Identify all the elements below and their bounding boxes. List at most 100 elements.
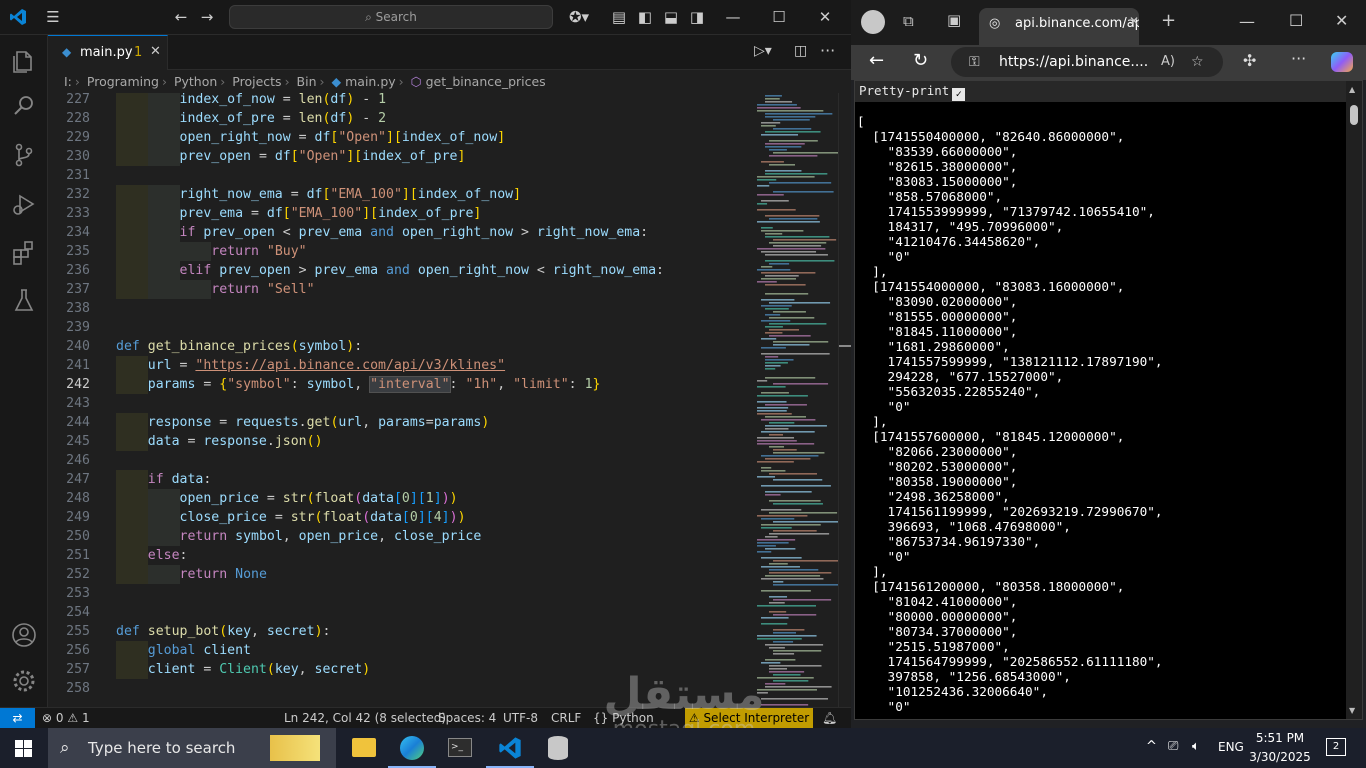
code-line[interactable]: 229 open_right_now = df["Open"][index_of… <box>48 128 738 147</box>
scroll-down-icon[interactable]: ▼ <box>1349 706 1355 715</box>
new-tab-icon[interactable]: + <box>1161 10 1176 31</box>
code-line[interactable]: 232 right_now_ema = df["EMA_100"][index_… <box>48 185 738 204</box>
code-line[interactable]: 234 if prev_open < prev_ema and open_rig… <box>48 223 738 242</box>
code-line[interactable]: 247 if data: <box>48 470 738 489</box>
menu-icon[interactable]: ☰ <box>42 6 64 28</box>
copilot-icon[interactable]: ✪▾ <box>564 6 594 28</box>
code-line[interactable]: 236 elif prev_open > prev_ema and open_r… <box>48 261 738 280</box>
address-bar[interactable]: ⚿ https://api.binance.... A) ☆ <box>951 47 1223 77</box>
code-line[interactable]: 256 global client <box>48 641 738 660</box>
code-line[interactable]: 242 params = {"symbol": symbol, "interva… <box>48 375 738 394</box>
code-line[interactable]: 249 close_price = str(float(data[0][4])) <box>48 508 738 527</box>
network-icon[interactable]: ⎚ <box>1168 739 1178 754</box>
profile-avatar-icon[interactable] <box>861 10 885 34</box>
forward-arrow-icon[interactable]: → <box>196 6 218 28</box>
layout-customize-icon[interactable]: ▤ <box>608 6 630 28</box>
code-line[interactable]: 252 return None <box>48 565 738 584</box>
code-editor[interactable]: 227 index_of_now = len(df) - 1 228 index_… <box>48 93 738 707</box>
explorer-icon[interactable] <box>10 47 38 75</box>
vscode-taskbar-icon[interactable] <box>486 728 534 768</box>
code-line[interactable]: 246 <box>48 451 738 470</box>
more-options-icon[interactable]: ··· <box>1291 49 1306 68</box>
code-line[interactable]: 239 <box>48 318 738 337</box>
problems-indicator[interactable]: ⊗ 0 ⚠ 1 <box>42 708 90 728</box>
show-hidden-icons-icon[interactable]: ^ <box>1146 739 1157 754</box>
accounts-icon[interactable] <box>10 621 38 649</box>
maximize-icon[interactable]: ☐ <box>768 6 790 28</box>
close-icon[interactable]: ✕ <box>814 6 836 28</box>
toggle-sidebar-icon[interactable]: ◧ <box>634 6 656 28</box>
code-line[interactable]: 255 def setup_bot(key, secret): <box>48 622 738 641</box>
code-line[interactable]: 238 <box>48 299 738 318</box>
vertical-tabs-icon[interactable]: ▣ <box>947 11 961 29</box>
tab-close-icon[interactable]: ✕ <box>150 44 161 59</box>
code-line[interactable]: 227 index_of_now = len(df) - 1 <box>48 93 738 109</box>
breadcrumb-item[interactable]: Projects <box>232 74 281 89</box>
read-aloud-icon[interactable]: A) <box>1161 47 1175 77</box>
maximize-icon[interactable]: ☐ <box>1289 11 1303 30</box>
breadcrumb-item[interactable]: Bin <box>297 74 317 89</box>
code-line[interactable]: 243 <box>48 394 738 413</box>
code-line[interactable]: 254 <box>48 603 738 622</box>
more-actions-icon[interactable]: ··· <box>820 41 835 60</box>
breadcrumb-item[interactable]: main.py <box>345 74 396 89</box>
edge-taskbar-icon[interactable] <box>388 728 436 768</box>
tab-binance-api[interactable]: ◎ api.binance.com/api <box>979 8 1139 45</box>
minimize-icon[interactable]: — <box>722 6 744 28</box>
clock[interactable]: 5:51 PM 3/30/2025 <box>1240 729 1320 767</box>
breadcrumb-item[interactable]: get_binance_prices <box>426 74 546 89</box>
cursor-position[interactable]: Ln 242, Col 42 (8 selected) <box>284 708 446 728</box>
close-icon[interactable]: ✕ <box>1335 11 1348 30</box>
run-python-icon[interactable]: ▷▾ <box>754 43 772 59</box>
code-line[interactable]: 244 response = requests.get(url, params=… <box>48 413 738 432</box>
notification-center-icon[interactable]: 2 <box>1326 738 1346 756</box>
breadcrumb-item[interactable]: Programing <box>87 74 159 89</box>
back-arrow-icon[interactable]: ← <box>869 50 884 71</box>
editor-scrollbar[interactable] <box>838 93 851 707</box>
encoding[interactable]: UTF-8 <box>503 708 538 728</box>
run-debug-icon[interactable] <box>10 190 38 218</box>
manage-gear-icon[interactable] <box>10 667 38 695</box>
pretty-print-checkbox[interactable]: ✓ <box>952 88 966 101</box>
code-line[interactable]: 235 return "Buy" <box>48 242 738 261</box>
code-line[interactable]: 230 prev_open = df["Open"][index_of_pre] <box>48 147 738 166</box>
workspaces-icon[interactable]: ⧉ <box>903 12 914 30</box>
copilot-icon[interactable] <box>1331 52 1353 72</box>
code-line[interactable]: 233 prev_ema = df["EMA_100"][index_of_pr… <box>48 204 738 223</box>
notifications-bell-icon[interactable]: 🔔︎ <box>822 708 837 728</box>
code-line[interactable]: 231 <box>48 166 738 185</box>
extensions-icon[interactable] <box>10 239 38 267</box>
breadcrumb-item[interactable]: Python <box>174 74 217 89</box>
code-line[interactable]: 240 def get_binance_prices(symbol): <box>48 337 738 356</box>
remote-indicator-icon[interactable]: ⇄ <box>0 708 35 728</box>
tab-close-icon[interactable]: ✕ <box>1129 14 1139 28</box>
code-line[interactable]: 250 return symbol, open_price, close_pri… <box>48 527 738 546</box>
refresh-icon[interactable]: ↻ <box>913 50 928 71</box>
code-line[interactable]: 251 else: <box>48 546 738 565</box>
code-line[interactable]: 248 open_price = str(float(data[0][1])) <box>48 489 738 508</box>
scroll-thumb[interactable] <box>1350 105 1358 125</box>
page-scrollbar[interactable]: ▲ ▼ <box>1346 81 1362 719</box>
search-icon[interactable] <box>10 92 38 120</box>
split-editor-icon[interactable]: ◫ <box>794 43 807 59</box>
command-center-search[interactable]: ⌕ Search <box>229 5 553 29</box>
toggle-secondary-sidebar-icon[interactable]: ◨ <box>686 6 708 28</box>
back-arrow-icon[interactable]: ← <box>170 6 192 28</box>
toggle-panel-icon[interactable]: ⬓ <box>660 6 682 28</box>
code-line[interactable]: 228 index_of_pre = len(df) - 2 <box>48 109 738 128</box>
file-explorer-icon[interactable] <box>340 728 388 768</box>
code-line[interactable]: 253 <box>48 584 738 603</box>
breadcrumb-item[interactable]: I: <box>64 74 72 89</box>
scroll-up-icon[interactable]: ▲ <box>1349 85 1355 94</box>
testing-icon[interactable] <box>10 286 38 314</box>
source-control-icon[interactable] <box>10 141 38 169</box>
minimize-icon[interactable]: — <box>1239 12 1255 31</box>
extensions-icon[interactable]: ✣ <box>1243 51 1256 70</box>
database-app-icon[interactable] <box>534 728 582 768</box>
tab-main-py[interactable]: ◆ main.py 1 ✕ <box>48 35 168 70</box>
site-info-icon[interactable]: ⚿ <box>969 47 980 77</box>
taskbar-search-box[interactable]: ⌕ Type here to search <box>48 728 336 768</box>
indentation[interactable]: Spaces: 4 <box>438 708 496 728</box>
volume-icon[interactable]: 🔈︎ <box>1192 739 1200 754</box>
code-line[interactable]: 245 data = response.json() <box>48 432 738 451</box>
